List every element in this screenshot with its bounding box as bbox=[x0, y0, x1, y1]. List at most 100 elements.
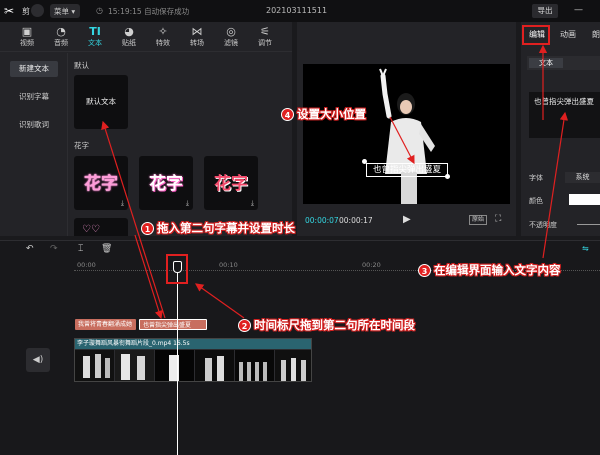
text-content-input[interactable]: 也曾指尖弹出盛夏 bbox=[529, 92, 600, 138]
export-button[interactable]: 导出 bbox=[532, 4, 558, 18]
opacity-label: 不透明度 bbox=[529, 221, 557, 229]
fancy-text-card[interactable]: 花字 ⤓ bbox=[74, 156, 128, 210]
category-recognize-lyrics[interactable]: 识别歌词 bbox=[10, 117, 58, 133]
text-category-list: 新建文本 识别字幕 识别歌词 bbox=[0, 53, 68, 236]
fancy-text-card[interactable]: ♡♡ bbox=[74, 218, 128, 236]
video-preview[interactable] bbox=[303, 64, 510, 204]
tab-text[interactable]: TI 文本 bbox=[80, 25, 110, 51]
fancy-text-preview: 花字 bbox=[84, 174, 118, 194]
undo-icon[interactable]: ↶ bbox=[26, 244, 34, 254]
save-status-text: 自动保存成功 bbox=[144, 7, 190, 16]
highlight-edit-tab bbox=[522, 25, 550, 45]
filter-icon: ◎ bbox=[226, 25, 236, 38]
section-default-label: 默认 bbox=[74, 61, 89, 70]
timeline-link-icon[interactable]: ⇋ bbox=[582, 244, 589, 253]
fullscreen-icon[interactable]: ⛶ bbox=[495, 214, 501, 224]
menu-button[interactable]: 菜单 ▾ bbox=[50, 4, 80, 18]
timeline-toolbar: ↶ ↷ ⌶ 🗑 ⇋ bbox=[0, 241, 600, 259]
download-icon[interactable]: ⤓ bbox=[186, 199, 189, 208]
fancy-text-preview: 花字 bbox=[214, 174, 248, 194]
aspect-ratio-button[interactable]: 原始 bbox=[469, 215, 487, 225]
step-number-badge: 2 bbox=[238, 318, 251, 332]
delete-icon[interactable]: 🗑 bbox=[101, 244, 112, 254]
subtitle-clip[interactable]: 我曾将青春翻涌成她 bbox=[75, 319, 136, 330]
properties-panel: 编辑 动画 朗 文本 也曾指尖弹出盛夏 字体 系统 颜色 不透明度 bbox=[521, 22, 600, 236]
caption-resize-handle[interactable] bbox=[445, 174, 450, 179]
download-icon[interactable]: ⤓ bbox=[121, 199, 124, 208]
tab-transition[interactable]: ⋈ 转场 bbox=[182, 25, 212, 51]
clock-icon: ◷ bbox=[96, 6, 103, 15]
fancy-text-card[interactable]: 花字 ⤓ bbox=[139, 156, 193, 210]
play-icon[interactable]: ▶ bbox=[403, 214, 411, 225]
video-thumbnail bbox=[155, 350, 194, 381]
tab-adjust[interactable]: ⚟ 调节 bbox=[250, 25, 280, 51]
subtitle-clip-selected[interactable]: 也曾指尖弹出盛夏 bbox=[139, 319, 207, 330]
playhead-line[interactable] bbox=[177, 263, 178, 455]
project-title: 202103111511 bbox=[266, 6, 328, 15]
dancer-thumbnail-image bbox=[195, 350, 234, 381]
media-panel: ▣ 视频 ◔ 音频 TI 文本 ◕ 贴纸 ✧ 特效 ⋈ 转场 ◎ 滤镜 ⚟ 调节 bbox=[0, 22, 292, 236]
font-label: 字体 bbox=[529, 174, 543, 182]
dancer-thumbnail-image bbox=[275, 350, 311, 381]
player-panel: 也曾指尖弹出盛夏 00:00:07 00:00:17 ▶ 原始 ⛶ bbox=[297, 22, 516, 236]
annotation-step-1: 1 拖入第二句字幕并设置时长 bbox=[141, 220, 295, 236]
transition-icon: ⋈ bbox=[191, 25, 203, 38]
category-recognize-subtitle[interactable]: 识别字幕 bbox=[10, 89, 58, 105]
player-controls: 00:00:07 00:00:17 ▶ 原始 ⛶ bbox=[297, 208, 516, 236]
tab-label: 文本 bbox=[88, 39, 102, 47]
subtab-text[interactable]: 文本 bbox=[529, 58, 563, 68]
category-new-text[interactable]: 新建文本 bbox=[10, 61, 58, 77]
video-thumbnail bbox=[75, 350, 114, 381]
tick-label: 00:20 bbox=[362, 261, 381, 269]
annotation-text: 拖入第二句字幕并设置时长 bbox=[157, 221, 295, 235]
tab-audio[interactable]: ◔ 音频 bbox=[46, 25, 76, 51]
video-thumbnail bbox=[235, 350, 274, 381]
split-icon[interactable]: ⌶ bbox=[78, 244, 83, 254]
tab-label: 调节 bbox=[258, 39, 272, 47]
color-swatch[interactable] bbox=[569, 194, 600, 205]
adjust-icon: ⚟ bbox=[260, 25, 270, 38]
annotation-step-3: 3 在编辑界面输入文字内容 bbox=[418, 262, 561, 278]
annotation-step-2: 2 时间标尺拖到第二句所在时间段 bbox=[238, 317, 415, 333]
section-fancy-label: 花字 bbox=[74, 141, 89, 150]
avatar[interactable] bbox=[31, 4, 44, 17]
caption-resize-handle[interactable] bbox=[362, 159, 367, 164]
tab-reading[interactable]: 朗 bbox=[592, 29, 600, 40]
tick-label: 00:10 bbox=[219, 261, 238, 269]
dancer-frame-image bbox=[303, 64, 510, 204]
tab-label: 视频 bbox=[20, 39, 34, 47]
subtab-other[interactable] bbox=[569, 58, 599, 68]
track-audio-mute-icon[interactable]: ◀) bbox=[26, 348, 50, 372]
default-text-card[interactable]: 默认文本 bbox=[74, 75, 128, 129]
tab-sticker[interactable]: ◕ 贴纸 bbox=[114, 25, 144, 51]
tab-filter[interactable]: ◎ 滤镜 bbox=[216, 25, 246, 51]
tab-effect[interactable]: ✧ 特效 bbox=[148, 25, 178, 51]
sticker-icon: ◕ bbox=[124, 25, 134, 38]
tab-label: 贴纸 bbox=[122, 39, 136, 47]
save-status: 15:19:15 自动保存成功 bbox=[108, 6, 189, 17]
font-select[interactable]: 系统 bbox=[565, 172, 600, 183]
tab-animation[interactable]: 动画 bbox=[560, 29, 576, 40]
video-thumbnail bbox=[115, 350, 154, 381]
annotation-text: 在编辑界面输入文字内容 bbox=[434, 263, 561, 277]
redo-icon[interactable]: ↷ bbox=[50, 244, 58, 254]
opacity-slider[interactable] bbox=[577, 224, 600, 225]
tick-label: 00:00 bbox=[77, 261, 96, 269]
current-time: 00:00:07 bbox=[305, 216, 339, 225]
tab-video[interactable]: ▣ 视频 bbox=[12, 25, 42, 51]
media-tabs: ▣ 视频 ◔ 音频 TI 文本 ◕ 贴纸 ✧ 特效 ⋈ 转场 ◎ 滤镜 ⚟ 调节 bbox=[0, 22, 292, 52]
fancy-preview-fragment-icon: ♡♡ bbox=[82, 224, 100, 235]
tab-label: 转场 bbox=[190, 39, 204, 47]
minimize-icon[interactable]: — bbox=[574, 5, 583, 15]
annotation-step-4: 4 设置大小位置 bbox=[281, 106, 366, 122]
video-icon: ▣ bbox=[21, 25, 33, 38]
video-thumbnail bbox=[195, 350, 234, 381]
download-icon[interactable]: ⤓ bbox=[251, 199, 254, 208]
tab-label: 音频 bbox=[54, 39, 68, 47]
text-icon: TI bbox=[89, 25, 101, 38]
fancy-text-card[interactable]: 花字 ⤓ bbox=[204, 156, 258, 210]
annotation-text: 设置大小位置 bbox=[297, 107, 366, 121]
video-clip-label: 李子璇舞蹈风暴衔舞蹈片段_0.mp4 16.5s bbox=[75, 339, 311, 349]
video-clip[interactable]: 李子璇舞蹈风暴衔舞蹈片段_0.mp4 16.5s bbox=[74, 338, 312, 382]
caption-box[interactable]: 也曾指尖弹出盛夏 bbox=[366, 163, 448, 177]
